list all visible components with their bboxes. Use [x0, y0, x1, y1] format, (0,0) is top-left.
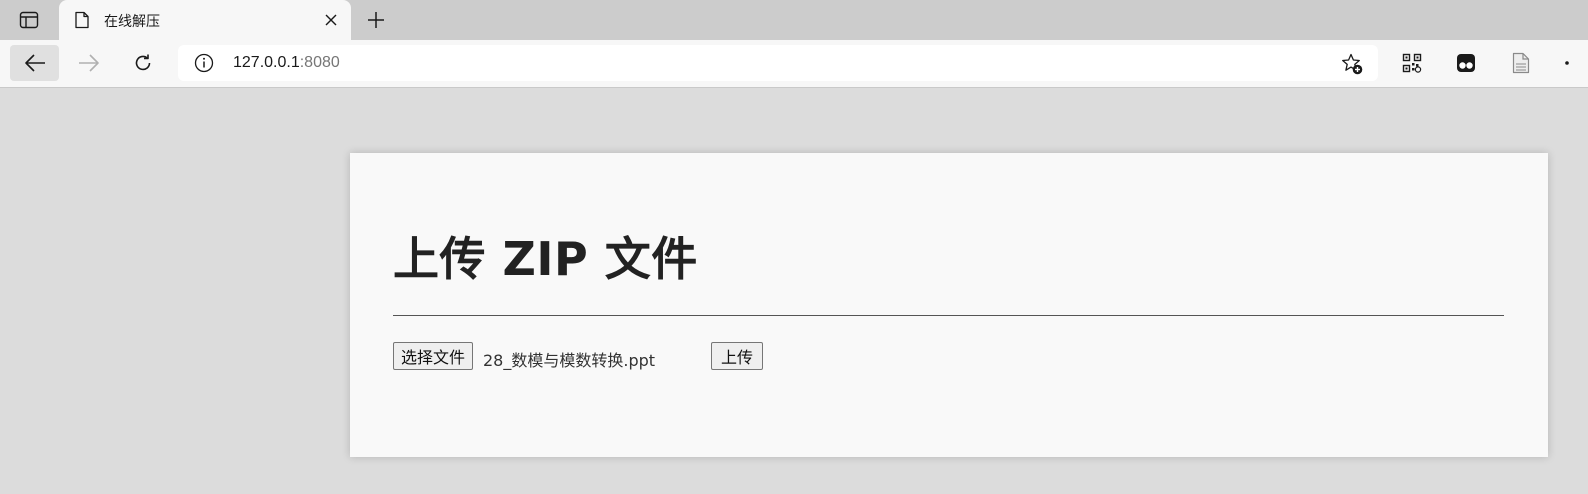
- forward-button[interactable]: [64, 45, 113, 81]
- star-add-icon[interactable]: [1340, 52, 1364, 76]
- more-button[interactable]: [1560, 50, 1588, 76]
- reload-icon: [135, 54, 150, 71]
- browser-toolbar: 127.0.0.1:8080: [0, 40, 1588, 88]
- tab-actions-button[interactable]: [14, 8, 44, 32]
- choose-file-button[interactable]: 选择文件: [393, 342, 474, 370]
- qr-code-button[interactable]: [1399, 50, 1425, 76]
- url-port: :8080: [299, 54, 340, 71]
- more-icon: [1565, 61, 1569, 65]
- plus-icon: [368, 12, 384, 28]
- selected-file-name: 28_数模与模数转换.ppt: [483, 351, 656, 370]
- tampermonkey-button[interactable]: [1453, 50, 1479, 76]
- document-icon: [1512, 52, 1530, 74]
- url-text[interactable]: 127.0.0.1:8080: [233, 54, 340, 72]
- forward-arrow-icon: [78, 54, 99, 72]
- active-tab[interactable]: 在线解压: [59, 0, 351, 40]
- upload-button[interactable]: 上传: [711, 342, 764, 370]
- upload-card: 上传 ZIP 文件 选择文件 28_数模与模数转换.ppt 上传: [350, 153, 1548, 457]
- reading-view-button[interactable]: [1508, 50, 1534, 76]
- tab-actions-icon: [19, 11, 39, 29]
- close-icon: [325, 14, 337, 26]
- tab-close-button[interactable]: [321, 10, 341, 30]
- page-title: 上传 ZIP 文件: [393, 232, 698, 286]
- url-host: 127.0.0.1: [233, 54, 300, 71]
- reload-button[interactable]: [118, 45, 167, 81]
- back-arrow-icon: [24, 54, 45, 72]
- tab-strip: 在线解压: [0, 0, 1588, 40]
- divider: [393, 315, 1504, 316]
- tab-title: 在线解压: [104, 14, 160, 30]
- info-icon[interactable]: [194, 53, 214, 73]
- new-tab-button[interactable]: [364, 8, 388, 32]
- page-icon: [75, 11, 89, 29]
- qr-code-icon: [1402, 53, 1422, 73]
- back-button[interactable]: [10, 45, 59, 81]
- tampermonkey-icon: [1457, 54, 1475, 72]
- address-bar[interactable]: 127.0.0.1:8080: [178, 45, 1378, 81]
- upload-form: 选择文件 28_数模与模数转换.ppt 上传: [393, 341, 1493, 371]
